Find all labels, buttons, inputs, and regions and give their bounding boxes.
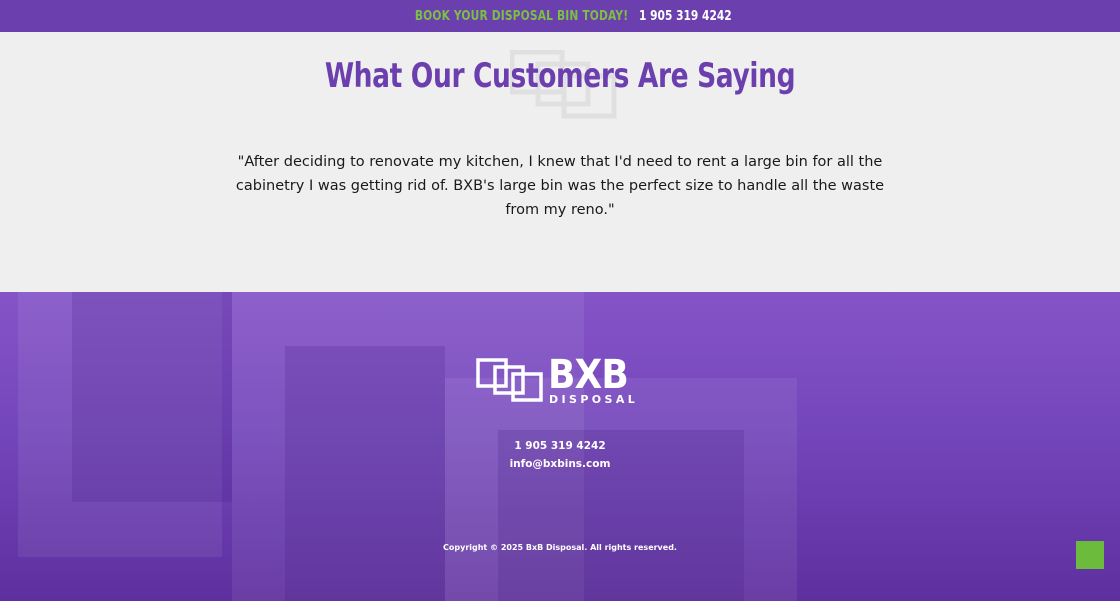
testimonial-quote: "After deciding to renovate my kitchen, …	[235, 154, 885, 218]
footer-decor-block	[72, 292, 232, 502]
site-footer: BXB DISPOSAL 1 905 319 4242 info@bxbins.…	[0, 292, 1120, 601]
testimonials-title: What Our Customers Are Saying	[324, 56, 796, 96]
bins-logo-icon	[476, 358, 543, 402]
logo-wordmark: BXB	[548, 352, 629, 398]
footer-decor-block	[285, 346, 445, 601]
footer-phone-link[interactable]: 1 905 319 4242	[0, 440, 1120, 452]
book-bin-promo-text: BOOK YOUR DISPOSAL BIN TODAY!	[415, 8, 629, 24]
footer-email-link[interactable]: info@bxbins.com	[0, 458, 1120, 470]
footer-decor-block	[498, 430, 744, 601]
logo-subtitle: DISPOSAL	[549, 393, 639, 406]
copyright-text: Copyright © 2025 BxB Disposal. All right…	[443, 543, 677, 552]
testimonials-section: What Our Customers Are Saying "After dec…	[0, 32, 1120, 292]
top-announcement-bar: BOOK YOUR DISPOSAL BIN TODAY! 1 905 319 …	[0, 0, 1120, 32]
bxb-disposal-logo[interactable]: BXB DISPOSAL	[476, 352, 646, 408]
topbar-phone-link[interactable]: 1 905 319 4242	[639, 9, 732, 24]
scroll-to-top-button[interactable]	[1076, 541, 1104, 569]
